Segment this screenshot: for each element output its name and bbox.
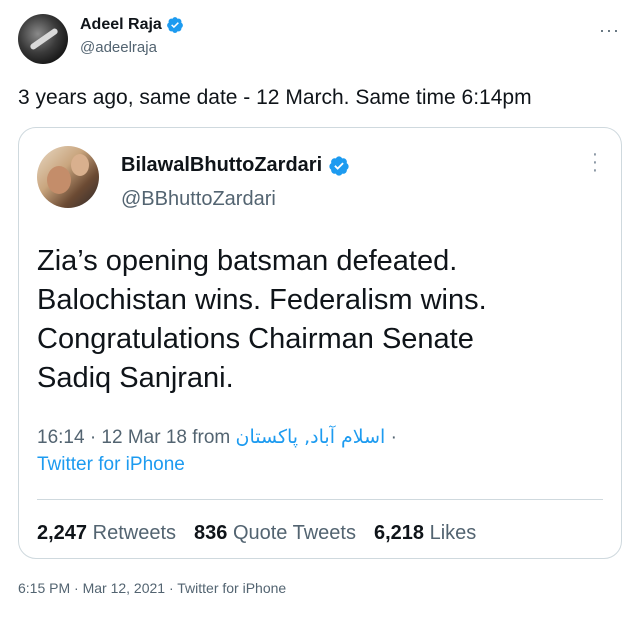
tweet-timestamp[interactable]: 6:15 PM · Mar 12, 2021 · Twitter for iPh… [18,580,286,596]
verified-badge-icon [329,155,349,176]
quoted-text-line: Zia’s opening batsman defeated. [37,245,458,277]
likes-label: Likes [429,522,477,544]
quoted-tweet-card[interactable]: BilawalBhuttoZardari @BBhuttoZardari · · ·… [18,127,622,559]
quoted-source-link[interactable]: Twitter for iPhone [37,454,185,476]
likes-stat[interactable]: 6,218 Likes [374,522,476,545]
avatar[interactable] [18,14,68,64]
quote-tweets-count: 836 [194,522,228,544]
quoted-location[interactable]: اسلام آباد, پاکستان [236,426,386,448]
quoted-author-row: BilawalBhuttoZardari [121,154,350,177]
author-name[interactable]: Adeel Raja [80,16,162,34]
tweet-text: 3 years ago, same date - 12 March. Same … [18,86,532,109]
retweets-stat[interactable]: 2,247 Retweets [37,522,176,545]
quoted-text-line: Balochistan wins. Federalism wins. [37,284,487,316]
author-handle[interactable]: @adeelraja [80,39,157,56]
quoted-tweet-text: Zia’s opening batsman defeated. Balochis… [37,242,607,398]
quoted-avatar[interactable] [37,146,99,208]
outer-tweet-header: Adeel Raja @adeelraja ··· [18,10,622,70]
quoted-stats: 2,247 Retweets 836 Quote Tweets 6,218 Li… [37,522,476,545]
quoted-text-line: Congratulations Chairman Senate [37,323,474,355]
retweets-count: 2,247 [37,522,88,544]
quoted-text-line: Sadiq Sanjrani. [37,362,234,394]
quoted-author-handle[interactable]: @BBhuttoZardari [121,188,276,211]
retweets-label: Retweets [92,522,176,544]
divider [37,499,603,500]
likes-count: 6,218 [373,522,425,544]
verified-badge-icon [166,17,183,33]
quote-tweets-label: Quote Tweets [232,522,356,544]
outer-author-row: Adeel Raja [80,16,184,34]
quoted-timestamp-row: 16:14 · 12 Mar 18 from اسلام آباد, پاکست… [37,424,397,451]
ellipsis-icon[interactable]: ··· [599,20,620,41]
quoted-timestamp[interactable]: 16:14 · 12 Mar 18 from [37,427,236,448]
vertical-ellipsis-icon[interactable]: · · · [591,144,599,180]
quote-tweets-stat[interactable]: 836 Quote Tweets [194,522,356,545]
quoted-author-name[interactable]: BilawalBhuttoZardari [121,154,322,177]
separator: · [385,427,397,448]
